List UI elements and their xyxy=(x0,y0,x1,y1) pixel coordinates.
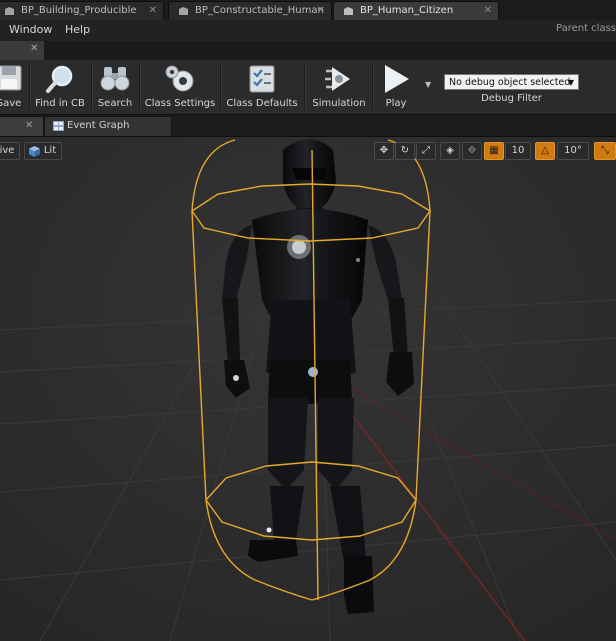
grid-snap-value[interactable]: 10 xyxy=(505,142,531,160)
close-icon[interactable]: ✕ xyxy=(149,2,157,20)
toolbar-separator xyxy=(139,64,141,110)
tab-bp-constructable-human[interactable]: BP_Constructable_Human ✕ xyxy=(168,1,332,20)
cube-icon xyxy=(29,146,40,157)
tab-label: BP_Constructable_Human xyxy=(195,5,324,16)
grid-icon: ▦ xyxy=(489,145,499,156)
translate-tool-button[interactable]: ✥ xyxy=(374,142,394,160)
view-mode-label: ive xyxy=(0,145,15,156)
sub-tab-strip xyxy=(0,41,616,60)
tab-bp-human-citizen[interactable]: BP_Human_Citizen ✕ xyxy=(333,1,499,20)
lit-mode-button[interactable]: Lit xyxy=(24,142,62,160)
asset-tab-bar: BP_Building_Producible ✕ BP_Constructabl… xyxy=(0,0,616,21)
blueprint-icon xyxy=(179,7,188,15)
magnifier-icon xyxy=(46,65,73,93)
event-graph-icon xyxy=(53,121,64,131)
scale-icon: ⤢ xyxy=(422,145,430,156)
view-mode-button[interactable]: ive xyxy=(0,142,20,160)
search-label: Search xyxy=(97,98,133,109)
class-defaults-label: Class Defaults xyxy=(226,98,298,109)
save-button[interactable]: Save xyxy=(0,60,26,114)
simulation-label: Simulation xyxy=(312,98,366,109)
find-in-cb-button[interactable]: Find in CB xyxy=(33,60,87,114)
binoculars-icon xyxy=(100,67,130,91)
parent-class-label: Parent class xyxy=(555,23,616,34)
toolbar-separator xyxy=(372,64,374,110)
tab-viewport[interactable]: ✕ xyxy=(0,116,44,136)
debug-object-value: No debug object selected xyxy=(449,77,571,88)
save-icon xyxy=(0,65,22,91)
tab-event-graph[interactable]: Event Graph xyxy=(44,116,172,136)
checklist-icon xyxy=(249,65,275,93)
class-settings-button[interactable]: Class Settings xyxy=(144,60,216,114)
viewport-scene xyxy=(0,137,616,641)
gears-icon xyxy=(165,65,194,92)
class-settings-label: Class Settings xyxy=(144,98,216,109)
rotate-tool-button[interactable]: ↻ xyxy=(395,142,415,160)
find-in-cb-label: Find in CB xyxy=(35,98,85,109)
blueprint-icon xyxy=(5,7,14,15)
toolbar-separator xyxy=(29,64,31,110)
debug-object-select[interactable]: No debug object selected ▼ xyxy=(444,74,579,90)
close-icon[interactable]: ✕ xyxy=(317,2,325,20)
tab-label: BP_Human_Citizen xyxy=(360,5,454,16)
rotation-snap-value-label: 10° xyxy=(564,145,582,156)
play-icon xyxy=(385,65,409,93)
debug-filter-label: Debug Filter xyxy=(481,93,542,104)
close-icon[interactable]: ✕ xyxy=(30,43,38,54)
surface-snap-icon: ⟐ xyxy=(468,145,476,156)
scale-snap-toggle[interactable]: ⤡ xyxy=(594,142,616,160)
viewport[interactable]: ive Lit ✥ ↻ ⤢ ◈ ⟐ ▦ 10 △ 10° ⤡ xyxy=(0,137,616,641)
menu-help[interactable]: Help xyxy=(65,23,90,36)
play-label: Play xyxy=(385,98,407,109)
grid-snap-toggle[interactable]: ▦ xyxy=(484,142,504,160)
rotation-snap-toggle[interactable]: △ xyxy=(535,142,555,160)
tab-bp-building-producible[interactable]: BP_Building_Producible ✕ xyxy=(0,1,164,20)
menu-bar: Window Help Parent class xyxy=(0,20,616,41)
menu-window[interactable]: Window xyxy=(9,23,52,36)
world-icon: ◈ xyxy=(446,145,454,156)
simulation-icon xyxy=(325,67,350,91)
toolbar-separator xyxy=(304,64,306,110)
play-options-dropdown-icon[interactable]: ▼ xyxy=(425,80,431,89)
class-defaults-button[interactable]: Class Defaults xyxy=(224,60,300,114)
tab-label: BP_Building_Producible xyxy=(21,5,137,16)
surface-snap-button[interactable]: ⟐ xyxy=(462,142,482,160)
play-button[interactable]: Play xyxy=(376,60,416,114)
lit-label: Lit xyxy=(43,145,57,156)
toolbar-separator xyxy=(220,64,222,110)
angle-icon: △ xyxy=(541,145,549,156)
search-button[interactable]: Search xyxy=(93,60,137,114)
rotate-icon: ↻ xyxy=(400,145,410,156)
scale-snap-icon: ⤡ xyxy=(601,145,609,156)
close-icon[interactable]: ✕ xyxy=(25,117,33,135)
coordinate-space-button[interactable]: ◈ xyxy=(440,142,460,160)
editor-tab-bar: ✕ Event Graph xyxy=(0,115,616,137)
move-icon: ✥ xyxy=(379,145,389,156)
tab-label: Event Graph xyxy=(67,120,130,131)
blueprint-icon xyxy=(344,7,353,15)
save-label: Save xyxy=(0,98,22,109)
close-icon[interactable]: ✕ xyxy=(484,2,492,20)
chevron-down-icon: ▼ xyxy=(567,78,574,87)
simulation-button[interactable]: Simulation xyxy=(309,60,369,114)
grid-snap-value-label: 10 xyxy=(511,145,525,156)
rotation-snap-value[interactable]: 10° xyxy=(557,142,589,160)
scale-tool-button[interactable]: ⤢ xyxy=(416,142,436,160)
